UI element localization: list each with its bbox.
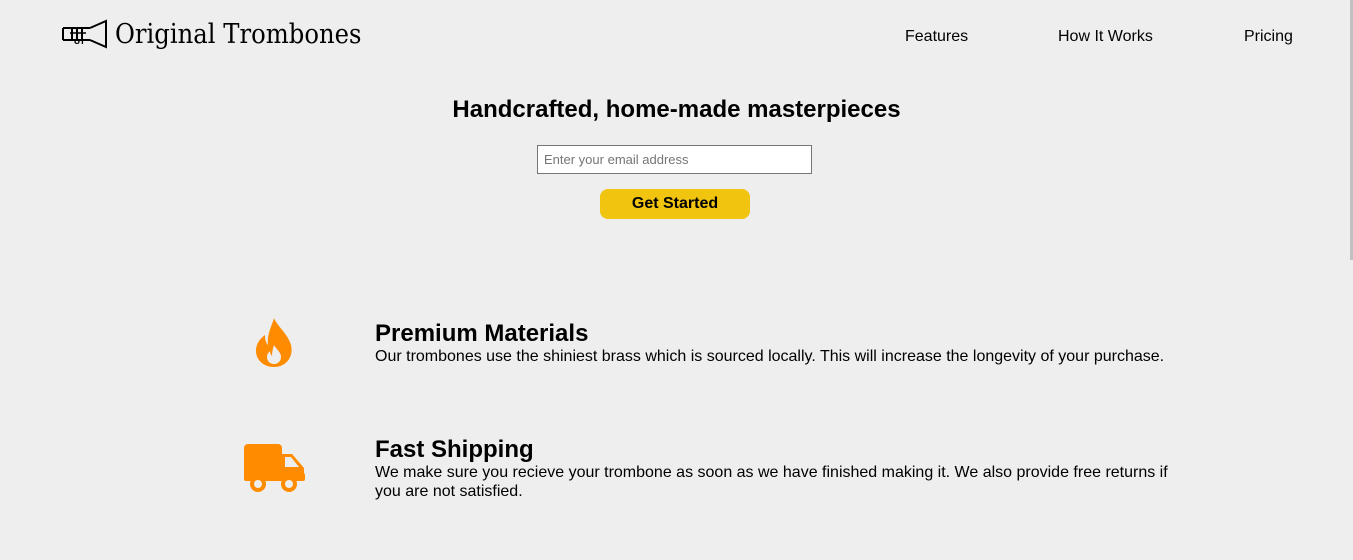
truck-icon	[244, 444, 305, 492]
site-header: OT Original Trombones Features How It Wo…	[0, 0, 1353, 70]
nav-link-pricing[interactable]: Pricing	[1244, 28, 1293, 46]
nav-link-features[interactable]: Features	[905, 28, 968, 46]
brand-name: Original Trombones	[115, 18, 362, 50]
trombone-icon: OT	[62, 19, 107, 49]
feature-description-premium-materials: Our trombones use the shiniest brass whi…	[375, 348, 1165, 365]
feature-title-fast-shipping: Fast Shipping	[375, 436, 534, 463]
get-started-button[interactable]: Get Started	[600, 189, 750, 219]
nav-link-how-it-works[interactable]: How It Works	[1058, 28, 1153, 46]
brand-logo[interactable]: OT Original Trombones	[62, 14, 389, 54]
feature-description-fast-shipping: We make sure you recieve your trombone a…	[375, 464, 1168, 500]
email-input[interactable]	[537, 145, 812, 174]
svg-text:OT: OT	[74, 38, 85, 46]
hero-title: Handcrafted, home-made masterpieces	[452, 96, 901, 123]
fire-icon	[255, 318, 292, 367]
feature-title-premium-materials: Premium Materials	[375, 320, 589, 347]
